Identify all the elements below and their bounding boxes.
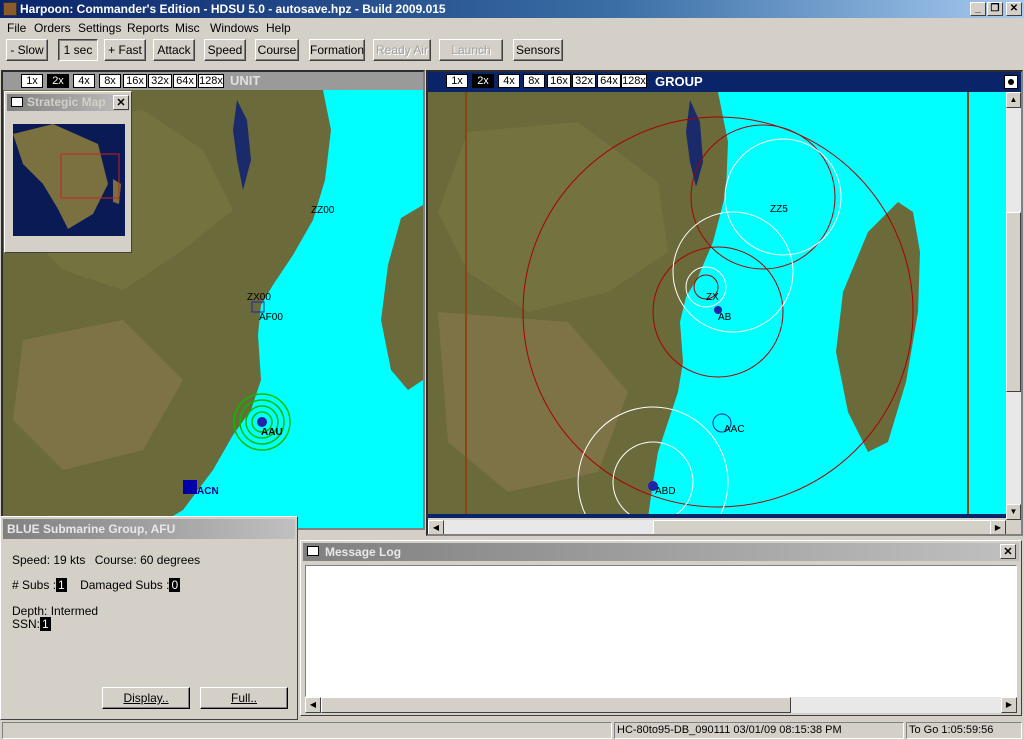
hscroll-thumb[interactable] [321, 697, 791, 713]
unit-course: Course: 60 degrees [94, 553, 201, 567]
window-title: Harpoon: Commander's Edition - HDSU 5.0 … [20, 2, 446, 16]
group-label-ab[interactable]: AB [718, 312, 732, 323]
strategic-map-close-button[interactable]: ✕ [113, 95, 129, 110]
unit-marker-acn[interactable] [183, 480, 197, 494]
unit-zoom-2x[interactable]: 2x [47, 74, 69, 88]
menu-windows[interactable]: Windows [210, 21, 259, 35]
message-log-hscrollbar[interactable]: ◀ ▶ [305, 697, 1017, 713]
scroll-left-arrow-icon[interactable]: ◀ [305, 697, 321, 713]
scroll-left-arrow-icon[interactable]: ◀ [428, 520, 444, 534]
group-map-vscrollbar[interactable]: ▲ ▼ [1006, 92, 1021, 520]
unit-label-zx00[interactable]: ZX00 [247, 292, 271, 303]
group-zoom-2x[interactable]: 2x [472, 74, 494, 88]
time-step-button[interactable]: 1 sec [58, 39, 98, 61]
menu-settings[interactable]: Settings [78, 21, 121, 35]
unit-zoom-1x[interactable]: 1x [21, 74, 43, 88]
unit-zoom-16x[interactable]: 16x [123, 74, 147, 88]
unit-label-af00[interactable]: AF00 [259, 312, 283, 323]
strategic-map-title: Strategic Map [7, 94, 129, 111]
unit-info-title: BLUE Submarine Group, AFU [3, 519, 295, 539]
group-map-canvas[interactable]: ZZ5 ZX AB AAC ABD [428, 92, 1006, 518]
vscroll-thumb[interactable] [1006, 212, 1021, 392]
app-icon [3, 2, 17, 16]
group-map-hscrollbar[interactable]: ◀ ▶ [428, 520, 1006, 534]
launch-button[interactable]: Launch [439, 39, 503, 61]
group-zoom-4x[interactable]: 4x [498, 74, 520, 88]
group-zoom-64x[interactable]: 64x [597, 74, 621, 88]
display-button[interactable]: Display.. [102, 687, 190, 709]
status-cell-empty [2, 722, 612, 739]
message-log-close-button[interactable]: ✕ [1000, 544, 1016, 559]
menu-orders[interactable]: Orders [34, 21, 71, 35]
damaged-subs-value: 0 [169, 578, 181, 592]
ssn-label: SSN: [12, 617, 41, 631]
group-map-pin-button[interactable] [1004, 75, 1018, 89]
group-label-aac[interactable]: AAC [724, 424, 745, 435]
menu-bar: File Orders Settings Reports Misc Window… [0, 18, 1024, 38]
unit-map-header: 1x 2x 4x 8x 16x 32x 64x 128x UNIT [3, 72, 423, 90]
scroll-right-arrow-icon[interactable]: ▶ [990, 520, 1006, 534]
unit-label-zz00[interactable]: ZZ00 [311, 205, 335, 216]
toolbar: - Slow 1 sec + Fast Attack Speed Course … [0, 38, 1024, 64]
group-zoom-8x[interactable]: 8x [523, 74, 545, 88]
full-button[interactable]: Full.. [200, 687, 288, 709]
status-bar: HC-80to95-DB_090111 03/01/09 08:15:38 PM… [0, 720, 1024, 740]
menu-help[interactable]: Help [266, 21, 291, 35]
group-label-zx[interactable]: ZX [706, 292, 719, 303]
strategic-map-window: Strategic Map ✕ [4, 91, 132, 253]
maximize-button[interactable]: ❐ [987, 2, 1003, 16]
fast-button[interactable]: + Fast [104, 39, 146, 61]
subs-label: # Subs : [12, 578, 57, 592]
scroll-right-arrow-icon[interactable]: ▶ [1001, 697, 1017, 713]
title-bar: Harpoon: Commander's Edition - HDSU 5.0 … [0, 0, 1024, 18]
group-map-header: 1x 2x 4x 8x 16x 32x 64x 128x GROUP [428, 72, 1021, 92]
attack-button[interactable]: Attack [153, 39, 195, 61]
speed-button[interactable]: Speed [204, 39, 246, 61]
close-button[interactable]: ✕ [1006, 2, 1022, 16]
formation-button[interactable]: Formation [309, 39, 365, 61]
group-zoom-16x[interactable]: 16x [547, 74, 571, 88]
unit-label-afu[interactable]: AAU [261, 427, 283, 438]
unit-zoom-4x[interactable]: 4x [73, 74, 95, 88]
window-icon [11, 97, 23, 107]
menu-reports[interactable]: Reports [127, 21, 169, 35]
ssn-value[interactable]: 1 [40, 617, 51, 631]
sensors-button[interactable]: Sensors [513, 39, 563, 61]
unit-zoom-128x[interactable]: 128x [198, 74, 224, 88]
subs-value: 1 [56, 578, 67, 592]
scroll-up-arrow-icon[interactable]: ▲ [1006, 92, 1021, 108]
status-scenario-time: HC-80to95-DB_090111 03/01/09 08:15:38 PM [614, 722, 904, 739]
unit-zoom-32x[interactable]: 32x [148, 74, 172, 88]
strategic-map-canvas[interactable] [13, 124, 125, 236]
minimize-button[interactable]: _ [970, 2, 986, 16]
unit-depth: Depth: Intermed [12, 604, 99, 618]
damaged-subs-label: Damaged Subs : [80, 578, 170, 592]
scroll-down-arrow-icon[interactable]: ▼ [1006, 504, 1021, 520]
window-icon [307, 546, 319, 556]
unit-map-title: UNIT [230, 73, 261, 88]
group-zoom-1x[interactable]: 1x [446, 74, 468, 88]
unit-marker-afu[interactable] [257, 417, 267, 427]
unit-info-panel: BLUE Submarine Group, AFU Speed: 19 kts … [0, 516, 298, 720]
slow-button[interactable]: - Slow [6, 39, 48, 61]
group-label-zz[interactable]: ZZ5 [770, 204, 788, 215]
ready-air-button[interactable]: Ready Air [373, 39, 431, 61]
course-button[interactable]: Course [255, 39, 299, 61]
unit-zoom-8x[interactable]: 8x [99, 74, 121, 88]
group-zoom-32x[interactable]: 32x [572, 74, 596, 88]
group-map-title: GROUP [655, 74, 703, 89]
group-zoom-128x[interactable]: 128x [621, 74, 647, 88]
status-time-to-go: To Go 1:05:59:56 [906, 722, 1022, 739]
menu-file[interactable]: File [7, 21, 26, 35]
message-log-window: Message Log ✕ ◀ ▶ [300, 540, 1022, 716]
group-map-pane[interactable]: 1x 2x 4x 8x 16x 32x 64x 128x GROUP ZZ5 Z… [426, 70, 1023, 536]
message-log-title: Message Log [303, 543, 1019, 561]
hscroll-thumb[interactable] [653, 520, 993, 534]
unit-speed: Speed: 19 kts [12, 553, 86, 567]
unit-label-acn[interactable]: ACN [197, 486, 219, 497]
unit-zoom-64x[interactable]: 64x [173, 74, 197, 88]
menu-misc[interactable]: Misc [175, 21, 200, 35]
message-log-text-area[interactable] [305, 565, 1017, 697]
group-label-abd[interactable]: ABD [655, 486, 676, 497]
